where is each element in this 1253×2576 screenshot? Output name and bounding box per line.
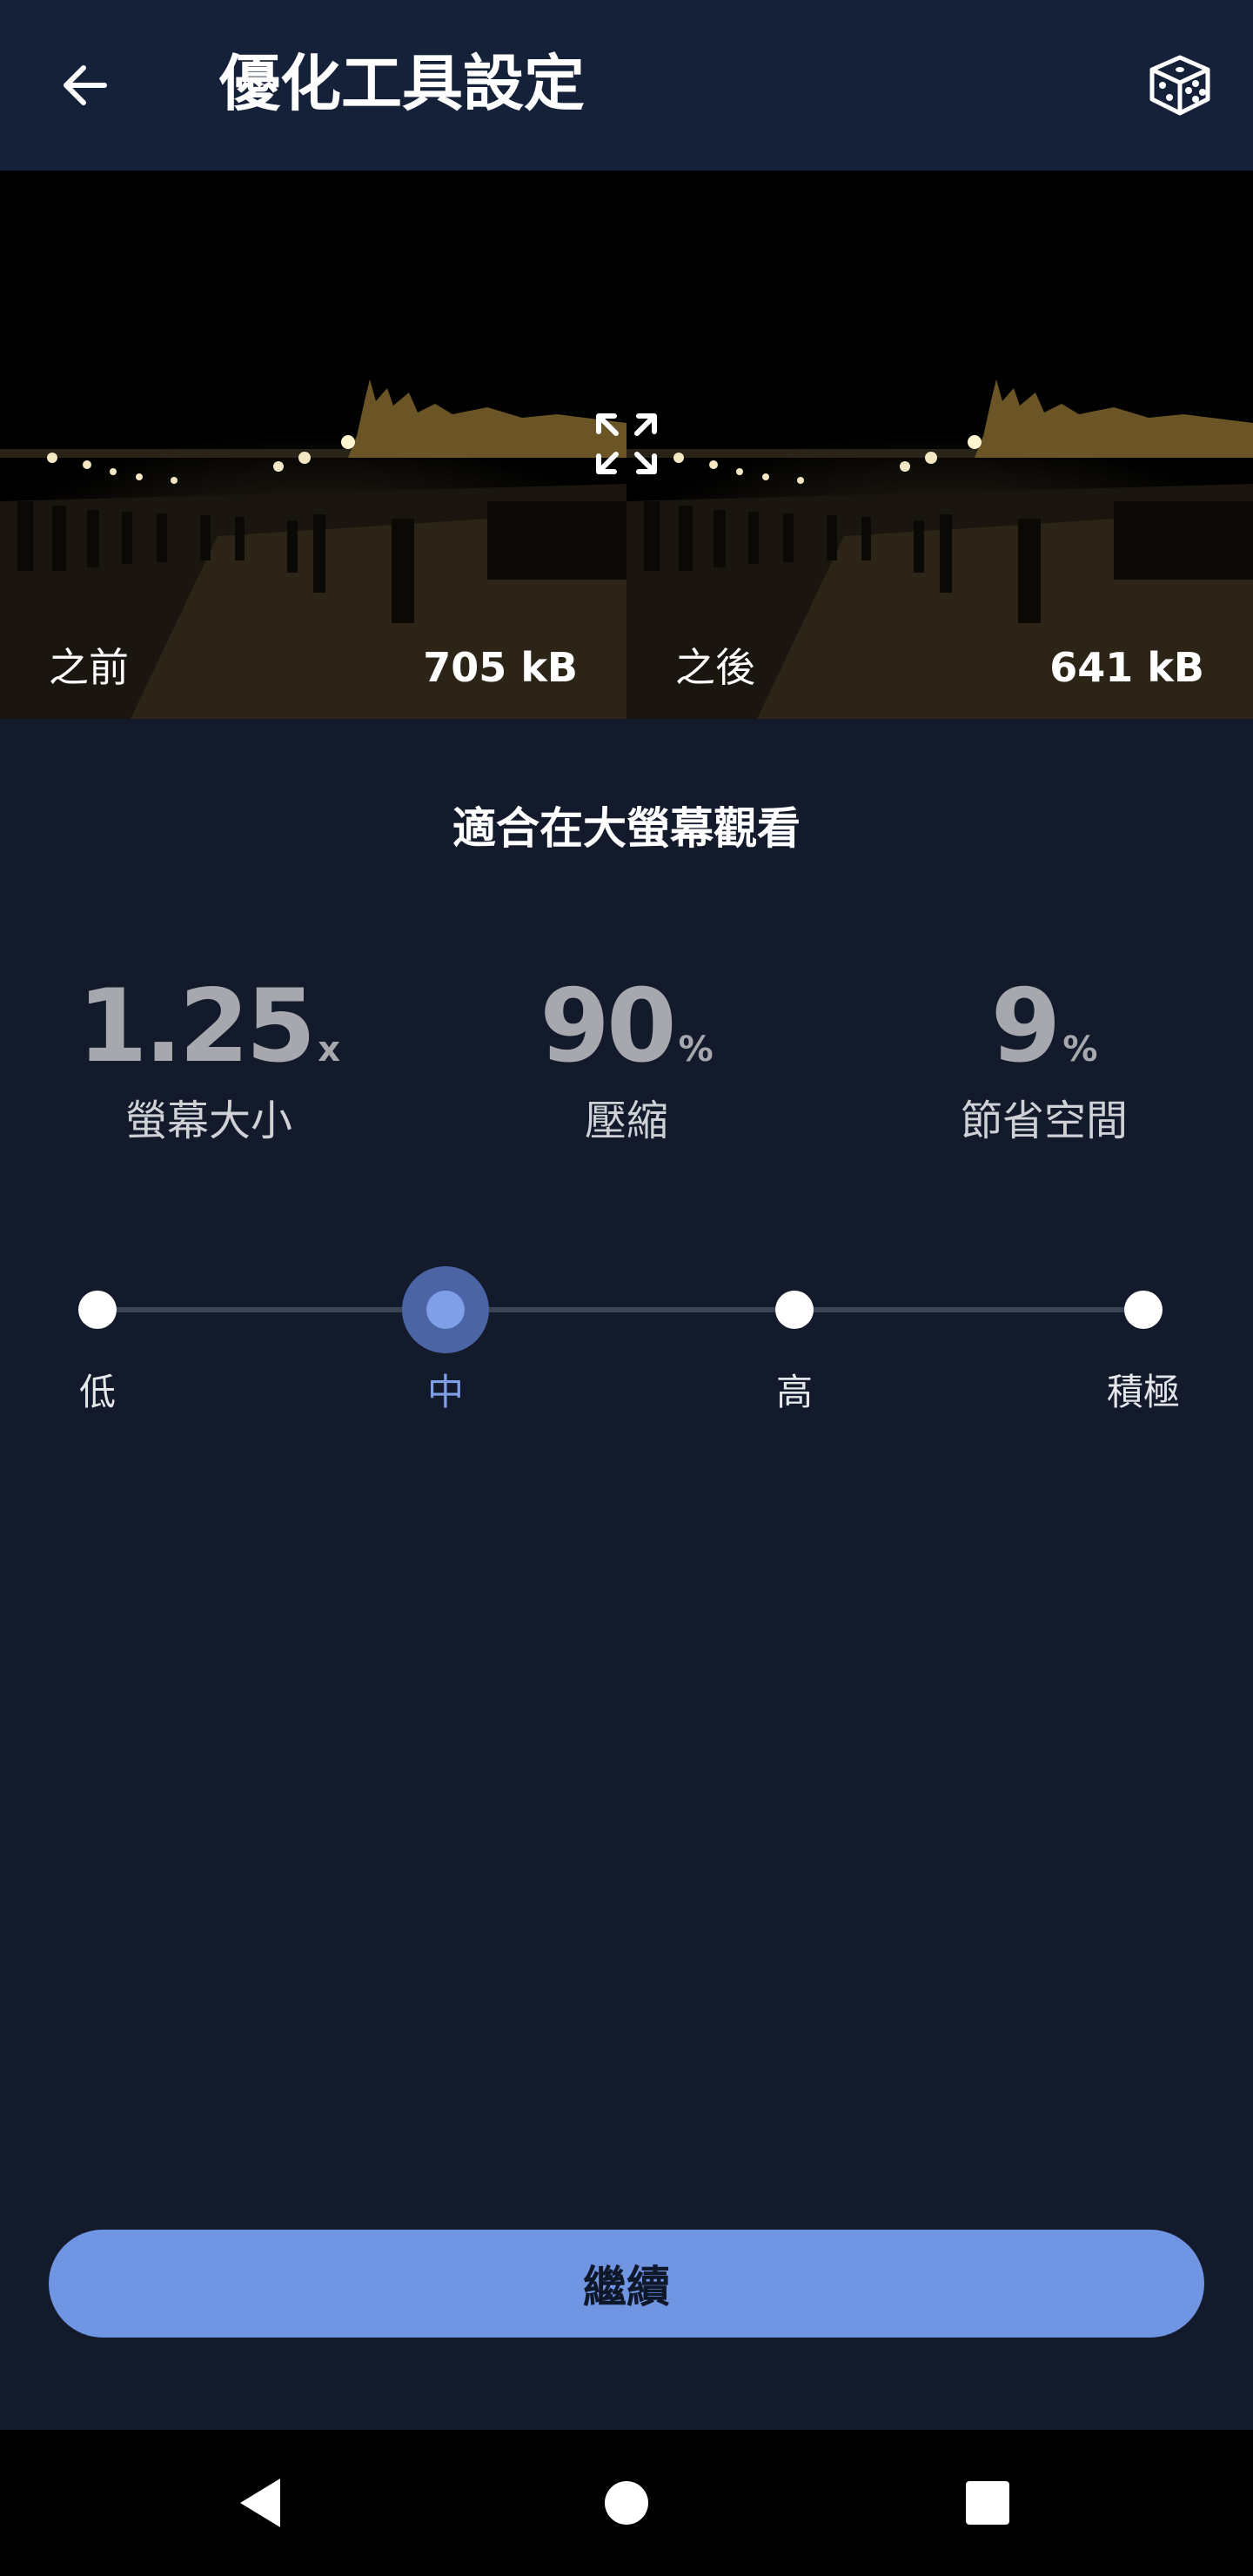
continue-button[interactable]: 繼續 xyxy=(49,2230,1204,2338)
nav-home-button[interactable] xyxy=(583,2459,670,2546)
nav-home-icon xyxy=(605,2481,648,2525)
slider-stop-low[interactable] xyxy=(78,1291,117,1329)
nav-back-button[interactable] xyxy=(218,2459,305,2546)
comparison-preview[interactable]: 之前 705 kB 之後 641 kB xyxy=(0,171,1253,719)
before-image: 之前 705 kB xyxy=(0,171,626,719)
random-button[interactable] xyxy=(1136,42,1223,129)
dice-icon xyxy=(1149,55,1210,116)
expand-button[interactable] xyxy=(592,409,661,479)
stat-value-row: 90% xyxy=(418,966,835,1088)
after-size: 641 kB xyxy=(1049,644,1204,691)
stat-label: 節省空間 xyxy=(960,1097,1128,1145)
slider-thumb[interactable] xyxy=(426,1291,465,1329)
stat-label: 螢幕大小 xyxy=(124,1097,292,1145)
nav-recents-button[interactable] xyxy=(944,2459,1031,2546)
slider-stop-high[interactable] xyxy=(775,1291,814,1329)
level-label-low[interactable]: 低 xyxy=(10,1363,184,1416)
stat-value-row: 1.25 x xyxy=(0,966,418,1088)
after-label: 之後 xyxy=(675,644,755,691)
usage-description: 適合在大螢幕觀看 xyxy=(452,803,801,854)
after-image: 之後 641 kB xyxy=(626,171,1253,719)
level-label-high[interactable]: 高 xyxy=(707,1363,881,1416)
stat-unit: % xyxy=(1062,1030,1098,1070)
stat-label: 壓縮 xyxy=(584,1097,668,1145)
stat-screen-size: 1.25 x 螢幕大小 xyxy=(0,966,418,1147)
back-button[interactable] xyxy=(42,42,129,129)
stat-unit: % xyxy=(678,1030,714,1070)
stat-value: 90 xyxy=(539,968,676,1085)
stat-value-row: 9% xyxy=(835,966,1253,1088)
stat-unit: x xyxy=(318,1030,341,1070)
stat-value: 9 xyxy=(990,968,1062,1085)
stat-value: 1.25 xyxy=(77,968,316,1085)
before-size: 705 kB xyxy=(423,644,578,691)
system-nav-bar xyxy=(0,2430,1253,2576)
stat-space-saved: 9% 節省空間 xyxy=(835,966,1253,1147)
level-label-aggressive[interactable]: 積極 xyxy=(1056,1363,1230,1416)
stat-compression: 90% 壓縮 xyxy=(418,966,835,1147)
before-label: 之前 xyxy=(49,644,129,691)
expand-icon xyxy=(596,413,657,474)
optimization-level-slider[interactable]: 低 中 高 積極 xyxy=(0,1253,1253,1427)
slider-track[interactable] xyxy=(97,1307,1143,1312)
arrow-left-icon xyxy=(64,65,107,105)
nav-back-icon xyxy=(240,2479,280,2527)
nav-recents-icon xyxy=(966,2481,1009,2525)
level-label-medium[interactable]: 中 xyxy=(358,1363,533,1416)
slider-stop-aggressive[interactable] xyxy=(1124,1291,1163,1329)
page-title: 優化工具設定 xyxy=(219,48,585,119)
app-bar: 優化工具設定 xyxy=(0,0,1253,171)
